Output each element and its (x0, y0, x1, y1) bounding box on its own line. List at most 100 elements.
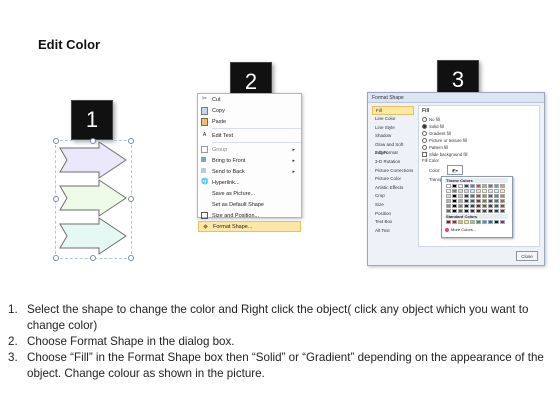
color-swatch[interactable] (482, 199, 487, 203)
close-button[interactable]: Close (516, 251, 538, 261)
category-item[interactable]: Size (372, 201, 414, 210)
color-swatch[interactable] (500, 209, 505, 213)
category-item[interactable]: Artistic Effects (372, 184, 414, 193)
color-swatch[interactable] (470, 184, 475, 188)
color-swatch[interactable] (452, 199, 457, 203)
menu-item-size-position[interactable]: Size and Position... (198, 210, 301, 221)
fill-option-pattern[interactable]: Pattern fill (422, 145, 448, 150)
color-swatch[interactable] (452, 189, 457, 193)
color-swatch[interactable] (458, 194, 463, 198)
color-swatch[interactable] (494, 184, 499, 188)
menu-item-copy[interactable]: Copy (198, 105, 301, 116)
fill-option-no-fill[interactable]: No fill (422, 117, 440, 122)
color-swatch[interactable] (446, 194, 451, 198)
color-picker-button[interactable]: ◩▾ (447, 165, 463, 175)
category-item[interactable]: Text Box (372, 218, 414, 227)
color-swatch[interactable] (458, 199, 463, 203)
menu-item-format-shape[interactable]: ◆ Format Shape... (198, 221, 301, 232)
checkbox[interactable] (422, 152, 427, 157)
color-swatch[interactable] (470, 209, 475, 213)
menu-item-bring-to-front[interactable]: Bring to Front ▸ (198, 155, 301, 166)
color-swatch[interactable] (494, 194, 499, 198)
color-swatch[interactable] (488, 184, 493, 188)
color-swatch[interactable] (446, 220, 451, 224)
color-swatch[interactable] (482, 189, 487, 193)
category-item[interactable]: Line Style (372, 124, 414, 133)
radio-button[interactable] (422, 138, 427, 143)
color-swatch[interactable] (482, 220, 487, 224)
color-swatch[interactable] (464, 220, 469, 224)
color-swatch[interactable] (464, 184, 469, 188)
radio-button[interactable] (422, 124, 427, 129)
menu-item-paste[interactable]: Paste (198, 116, 301, 127)
fill-option-slide-bg[interactable]: Slide background fill (422, 152, 467, 157)
fill-option-gradient[interactable]: Gradient fill (422, 131, 451, 136)
color-swatch[interactable] (464, 209, 469, 213)
category-item[interactable]: 3-D Format (372, 149, 414, 158)
color-swatch[interactable] (452, 220, 457, 224)
color-swatch[interactable] (476, 220, 481, 224)
fill-option-solid[interactable]: Solid fill (422, 124, 444, 129)
color-swatch[interactable] (494, 209, 499, 213)
category-item[interactable]: Position (372, 210, 414, 219)
color-swatch[interactable] (452, 184, 457, 188)
menu-item-set-default-shape[interactable]: Set as Default Shape (198, 199, 301, 210)
color-swatch[interactable] (476, 204, 481, 208)
color-swatch[interactable] (488, 199, 493, 203)
color-swatch[interactable] (494, 220, 499, 224)
color-swatch[interactable] (470, 194, 475, 198)
color-swatch[interactable] (446, 209, 451, 213)
color-swatch[interactable] (458, 189, 463, 193)
category-item[interactable]: 3-D Rotation (372, 158, 414, 167)
color-swatch[interactable] (494, 189, 499, 193)
menu-item-edit-text[interactable]: A Edit Text (198, 130, 301, 141)
menu-item-cut[interactable]: ✂ Cut (198, 94, 301, 105)
menu-item-hyperlink[interactable]: 🌐 Hyperlink... (198, 177, 301, 188)
color-swatch[interactable] (470, 220, 475, 224)
color-swatch[interactable] (464, 189, 469, 193)
category-item[interactable]: Alt Text (372, 227, 414, 236)
color-swatch[interactable] (482, 184, 487, 188)
radio-button[interactable] (422, 145, 427, 150)
color-swatch[interactable] (464, 194, 469, 198)
arrow-shapes[interactable] (57, 142, 130, 257)
color-swatch[interactable] (500, 220, 505, 224)
color-swatch[interactable] (488, 204, 493, 208)
category-item[interactable]: Picture Color (372, 175, 414, 184)
color-swatch[interactable] (500, 184, 505, 188)
color-swatch[interactable] (470, 199, 475, 203)
color-swatch[interactable] (494, 199, 499, 203)
color-swatch[interactable] (458, 184, 463, 188)
fill-option-picture[interactable]: Picture or texture fill (422, 138, 467, 143)
color-swatch[interactable] (470, 204, 475, 208)
color-swatch[interactable] (488, 209, 493, 213)
radio-button[interactable] (422, 131, 427, 136)
color-swatch[interactable] (446, 189, 451, 193)
category-item[interactable]: Crop (372, 192, 414, 201)
color-swatch[interactable] (458, 209, 463, 213)
menu-item-save-as-picture[interactable]: Save as Picture... (198, 188, 301, 199)
more-colors-link[interactable]: More Colors... (445, 227, 476, 232)
color-swatch[interactable] (494, 204, 499, 208)
color-swatch[interactable] (446, 204, 451, 208)
color-swatch[interactable] (446, 199, 451, 203)
color-swatch[interactable] (476, 184, 481, 188)
color-swatch[interactable] (482, 209, 487, 213)
color-swatch[interactable] (476, 199, 481, 203)
color-swatch[interactable] (452, 204, 457, 208)
category-item[interactable]: Line Color (372, 115, 414, 124)
color-swatch[interactable] (464, 204, 469, 208)
category-item[interactable]: Glow and Soft Edges (372, 141, 414, 156)
color-swatch[interactable] (464, 199, 469, 203)
color-swatch[interactable] (488, 189, 493, 193)
color-swatch[interactable] (500, 204, 505, 208)
color-swatch[interactable] (458, 220, 463, 224)
menu-item-group[interactable]: Group ▸ (198, 144, 301, 155)
color-swatch[interactable] (488, 220, 493, 224)
color-swatch[interactable] (476, 209, 481, 213)
color-swatch[interactable] (458, 204, 463, 208)
color-swatch[interactable] (470, 189, 475, 193)
color-swatch[interactable] (500, 199, 505, 203)
category-item[interactable]: Shadow (372, 132, 414, 141)
color-swatch[interactable] (476, 189, 481, 193)
